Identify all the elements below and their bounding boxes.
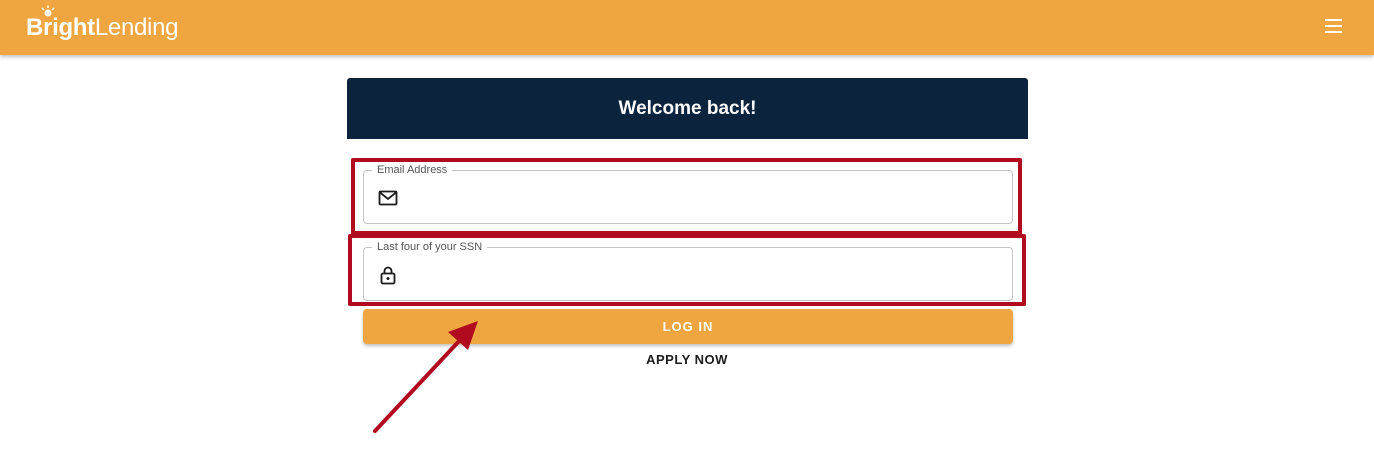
email-input[interactable]: [410, 181, 1000, 215]
welcome-card-header: Welcome back!: [347, 78, 1028, 139]
mail-icon: [378, 190, 398, 206]
email-field[interactable]: Email Address: [363, 163, 1013, 224]
ssn-field-label: Last four of your SSN: [372, 240, 488, 254]
brand-logo[interactable]: BrightLending: [26, 5, 179, 44]
top-app-bar: BrightLending: [0, 0, 1374, 55]
ssn-field[interactable]: Last four of your SSN: [363, 240, 1013, 301]
sun-sparkle-icon: [41, 5, 55, 17]
annotation-arrow-icon: [373, 321, 478, 433]
ssn-input[interactable]: [410, 258, 1000, 292]
apply-now-link[interactable]: APPLY NOW: [600, 352, 774, 367]
email-field-label: Email Address: [372, 163, 453, 177]
lock-icon: [380, 266, 396, 285]
logo-text-light: Lending: [94, 14, 179, 41]
login-button[interactable]: LOG IN: [363, 309, 1013, 344]
logo-text-bold: Bright: [26, 14, 95, 41]
welcome-title: Welcome back!: [618, 97, 757, 119]
login-page: BrightLending Welcome back! Email Addres…: [0, 0, 1374, 456]
hamburger-menu-icon[interactable]: [1323, 15, 1345, 37]
